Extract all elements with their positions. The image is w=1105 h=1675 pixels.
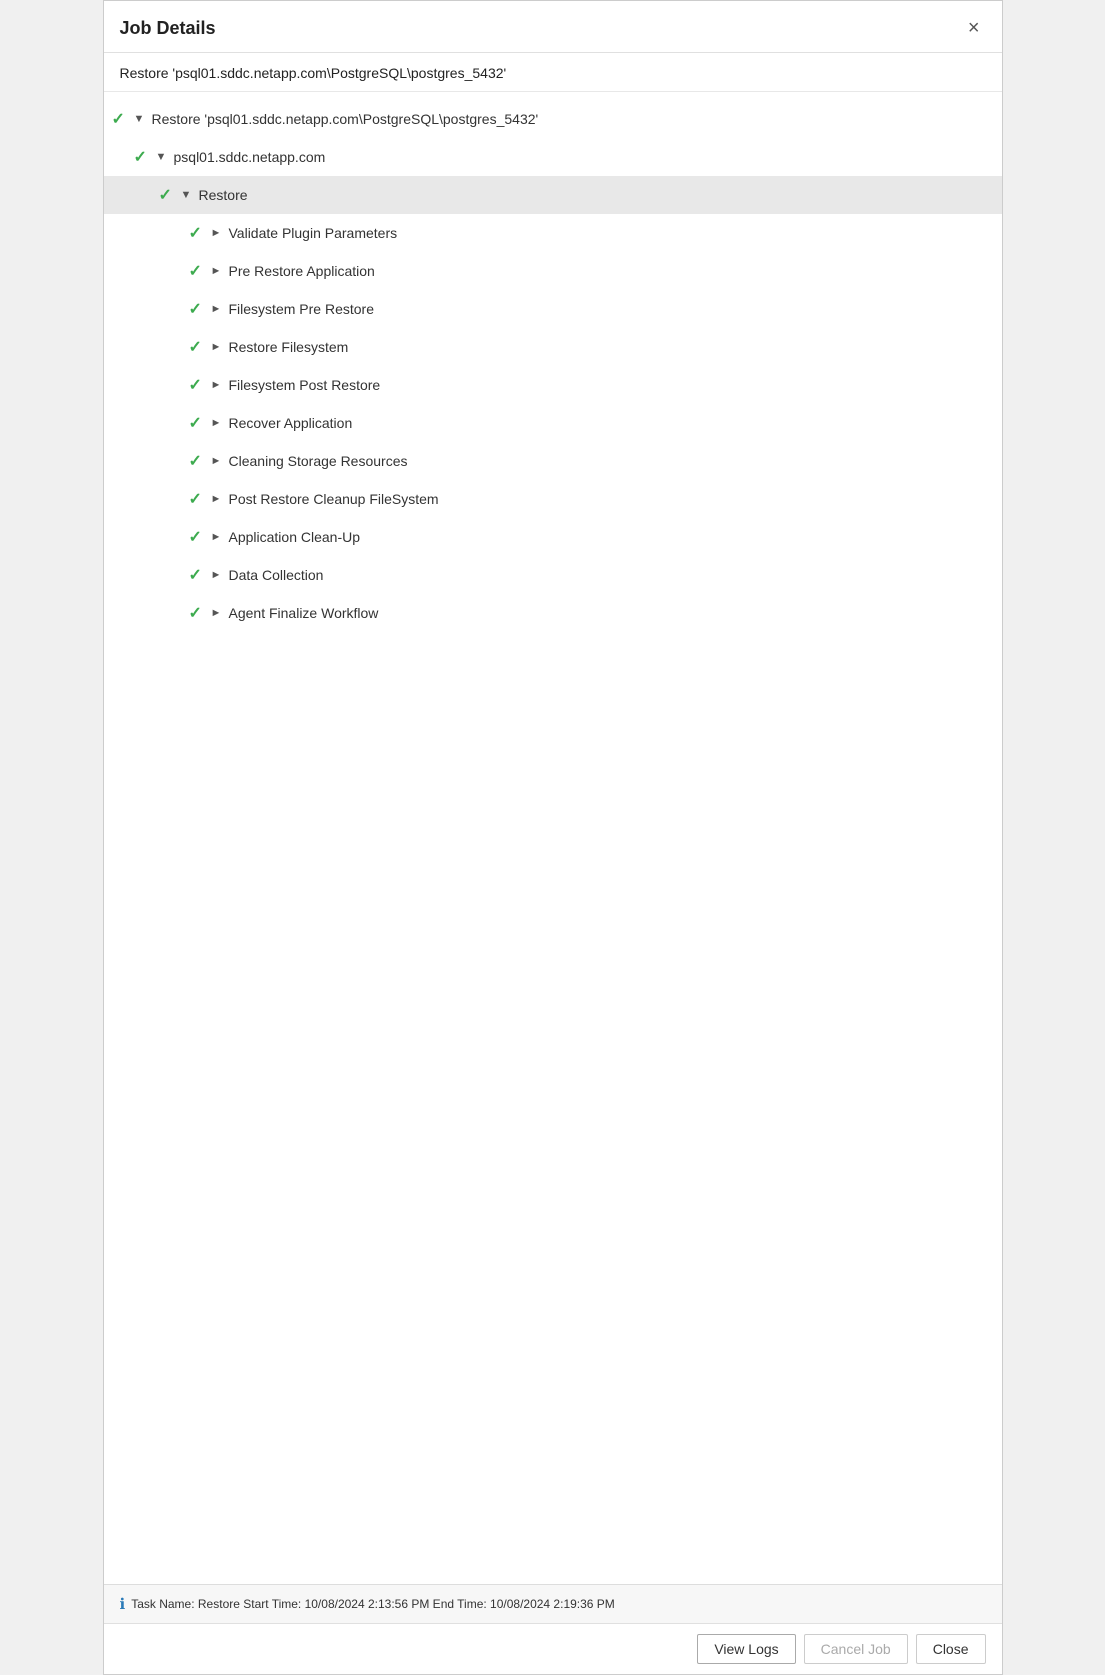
tree-item[interactable]: ✓► Filesystem Pre Restore	[104, 290, 1002, 328]
tree-label: Validate Plugin Parameters	[229, 225, 398, 241]
footer-info-text: Task Name: Restore Start Time: 10/08/202…	[131, 1597, 615, 1611]
tree-arrow: ►	[211, 417, 225, 429]
check-icon: ✓	[112, 109, 134, 129]
tree-arrow: ►	[211, 227, 225, 239]
tree-item[interactable]: ✓► Post Restore Cleanup FileSystem	[104, 480, 1002, 518]
tree-item[interactable]: ✓► Application Clean-Up	[104, 518, 1002, 556]
tree-arrow: ►	[211, 303, 225, 315]
check-icon: ✓	[189, 299, 211, 319]
check-icon: ✓	[159, 185, 181, 205]
tree-arrow: ►	[211, 341, 225, 353]
tree-label: Recover Application	[229, 415, 353, 431]
tree-item[interactable]: ✓► Data Collection	[104, 556, 1002, 594]
tree-label: psql01.sddc.netapp.com	[174, 149, 326, 165]
tree-item[interactable]: ✓► Filesystem Post Restore	[104, 366, 1002, 404]
tree-arrow: ►	[211, 607, 225, 619]
dialog-subtitle: Restore 'psql01.sddc.netapp.com\PostgreS…	[104, 53, 1002, 92]
check-icon: ✓	[189, 603, 211, 623]
check-icon: ✓	[189, 527, 211, 547]
tree-label: Restore	[199, 187, 248, 203]
tree-item[interactable]: ✓► Cleaning Storage Resources	[104, 442, 1002, 480]
check-icon: ✓	[189, 489, 211, 509]
dialog-title: Job Details	[120, 18, 216, 39]
tree-arrow: ►	[211, 265, 225, 277]
tree-arrow: ►	[211, 531, 225, 543]
tree-arrow: ►	[211, 455, 225, 467]
tree-item[interactable]: ✓▼ psql01.sddc.netapp.com	[104, 138, 1002, 176]
tree-item[interactable]: ✓► Pre Restore Application	[104, 252, 1002, 290]
tree-label: Data Collection	[229, 567, 324, 583]
tree-label: Restore Filesystem	[229, 339, 349, 355]
check-icon: ✓	[189, 223, 211, 243]
check-icon: ✓	[189, 261, 211, 281]
tree-arrow: ►	[211, 569, 225, 581]
tree-arrow: ►	[211, 493, 225, 505]
tree-label: Application Clean-Up	[229, 529, 361, 545]
info-icon: ℹ	[120, 1595, 126, 1613]
tree-item[interactable]: ✓► Validate Plugin Parameters	[104, 214, 1002, 252]
tree-item[interactable]: ✓► Restore Filesystem	[104, 328, 1002, 366]
dialog-header: Job Details ×	[104, 1, 1002, 53]
check-icon: ✓	[134, 147, 156, 167]
tree-label: Post Restore Cleanup FileSystem	[229, 491, 439, 507]
check-icon: ✓	[189, 565, 211, 585]
tree-label: Pre Restore Application	[229, 263, 375, 279]
tree-arrow: ►	[211, 379, 225, 391]
job-details-dialog: Job Details × Restore 'psql01.sddc.netap…	[103, 0, 1003, 1675]
close-button[interactable]: Close	[916, 1634, 986, 1664]
tree-label: Restore 'psql01.sddc.netapp.com\PostgreS…	[152, 111, 539, 127]
cancel-job-button[interactable]: Cancel Job	[804, 1634, 908, 1664]
footer-buttons: View Logs Cancel Job Close	[104, 1623, 1002, 1674]
tree-label: Agent Finalize Workflow	[229, 605, 379, 621]
view-logs-button[interactable]: View Logs	[697, 1634, 795, 1664]
check-icon: ✓	[189, 451, 211, 471]
tree-item[interactable]: ✓► Recover Application	[104, 404, 1002, 442]
check-icon: ✓	[189, 337, 211, 357]
check-icon: ✓	[189, 413, 211, 433]
tree-label: Cleaning Storage Resources	[229, 453, 408, 469]
tree-arrow: ▼	[156, 151, 170, 163]
tree-label: Filesystem Post Restore	[229, 377, 381, 393]
tree-arrow: ▼	[181, 189, 195, 201]
footer-info: ℹ Task Name: Restore Start Time: 10/08/2…	[104, 1584, 1002, 1623]
tree-item[interactable]: ✓▼ Restore	[104, 176, 1002, 214]
tree-container: ✓▼Restore 'psql01.sddc.netapp.com\Postgr…	[104, 92, 1002, 1584]
tree-arrow: ▼	[134, 113, 148, 125]
tree-label: Filesystem Pre Restore	[229, 301, 374, 317]
close-icon[interactable]: ×	[962, 15, 986, 42]
tree-item[interactable]: ✓▼ Restore 'psql01.sddc.netapp.com\Postgr…	[104, 100, 1002, 138]
tree-item[interactable]: ✓► Agent Finalize Workflow	[104, 594, 1002, 632]
check-icon: ✓	[189, 375, 211, 395]
